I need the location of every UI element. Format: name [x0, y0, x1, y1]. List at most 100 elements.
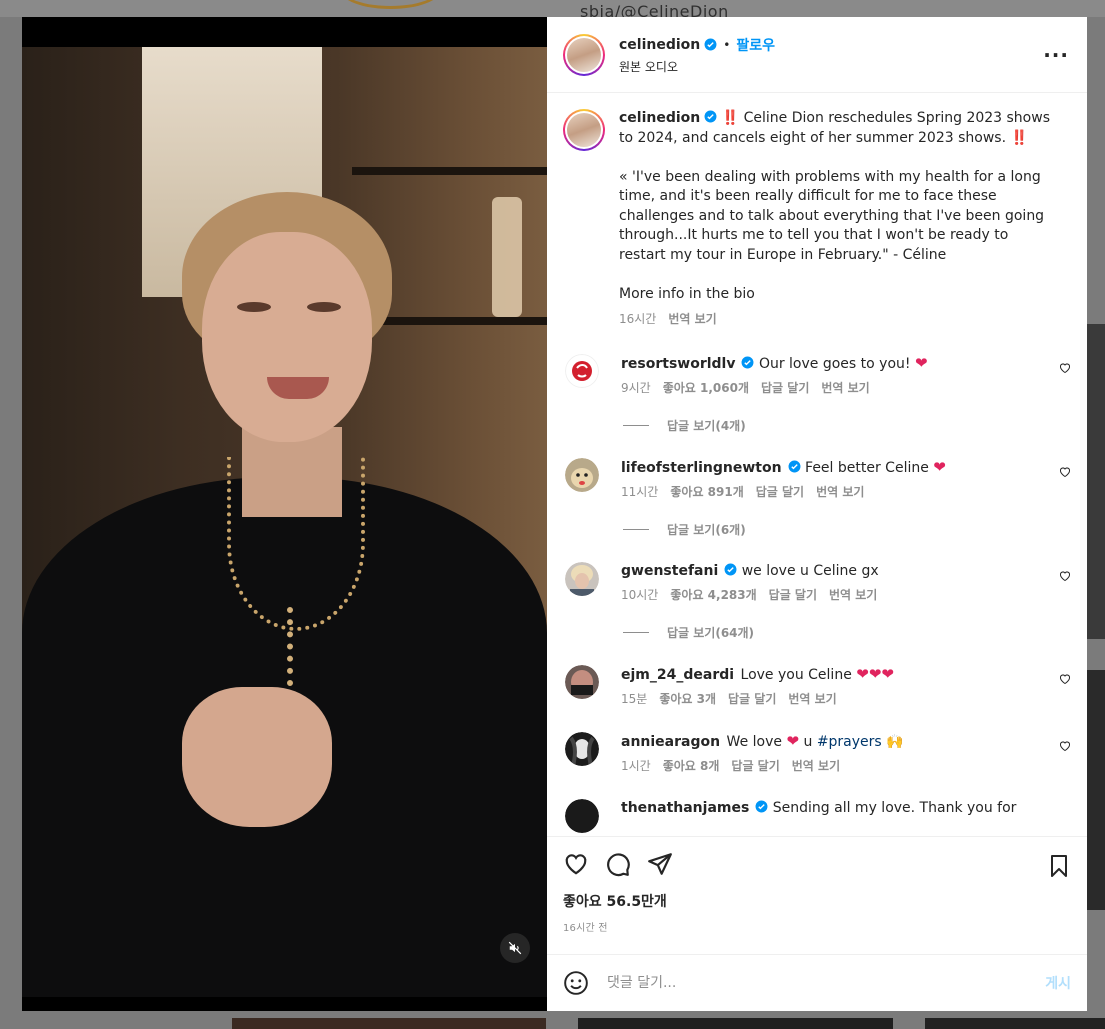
comment-time[interactable]: 9시간 [621, 381, 651, 395]
comment-reply-button[interactable]: 답글 달기 [756, 485, 804, 499]
comment-text: Sending all my love. Thank you for [772, 799, 1017, 816]
caption: celinedion ‼️ Celine Dion reschedules Sp… [563, 109, 1071, 330]
comment-item: thenathanjames Sending all my love. Than… [563, 798, 1071, 833]
mute-icon [508, 941, 522, 955]
verified-badge-icon [788, 460, 801, 472]
comment-icon[interactable] [605, 851, 631, 877]
comment-text: We love [726, 733, 782, 750]
comment-text: Feel better Celine [805, 459, 929, 476]
comment-item: anniearagon We love ❤ u #prayers 🙌 1시간 좋아… [563, 731, 1071, 775]
comment-likes[interactable]: 좋아요 8개 [663, 759, 720, 773]
comment-translate[interactable]: 번역 보기 [829, 588, 877, 602]
caption-avatar[interactable] [563, 109, 605, 151]
comment-avatar[interactable] [565, 457, 599, 492]
share-icon[interactable] [647, 851, 673, 877]
comment-username[interactable]: resortsworldlv [621, 356, 735, 372]
comment-time[interactable]: 11시간 [621, 485, 658, 499]
background-thumbnail [1087, 324, 1105, 639]
audio-link[interactable]: 원본 오디오 [619, 58, 775, 75]
video-frame[interactable] [22, 47, 547, 997]
view-replies-button[interactable]: 답글 보기(6개) [623, 521, 1071, 538]
comment-time[interactable]: 15분 [621, 692, 647, 706]
more-options-button[interactable]: ··· [1043, 43, 1069, 67]
follow-button[interactable]: 팔로우 [736, 35, 775, 55]
comment-username[interactable]: ejm_24_deardi [621, 667, 734, 683]
post-header: celinedion • 팔로우 원본 오디오 ··· [547, 17, 1087, 93]
comment-translate[interactable]: 번역 보기 [788, 692, 836, 706]
comment-like-icon[interactable] [1059, 362, 1071, 374]
comment-item: ejm_24_deardi Love you Celine ❤❤❤ 15분 좋아요… [563, 664, 1071, 708]
posted-time[interactable]: 16시간 전 [563, 919, 1071, 934]
verified-badge-icon [755, 800, 768, 812]
view-replies-button[interactable]: 답글 보기(4개) [623, 417, 1071, 434]
comment-username[interactable]: gwenstefani [621, 563, 718, 579]
verified-badge-icon [724, 563, 737, 575]
background-thumbnail [578, 1018, 893, 1029]
view-replies-button[interactable]: 답글 보기(64개) [623, 624, 1071, 641]
comment-reply-button[interactable]: 답글 달기 [731, 759, 779, 773]
background-thumbnail [232, 1018, 546, 1029]
comment-text-2: u [803, 733, 813, 750]
comment-avatar[interactable] [565, 731, 599, 766]
comment-like-icon[interactable] [1059, 673, 1071, 685]
comment-item: resortsworldlv Our love goes to you! ❤ 9… [563, 353, 1071, 397]
background-thumbnail [1087, 670, 1105, 910]
comment-emoji: ❤❤❤ [856, 664, 894, 683]
comment-likes[interactable]: 좋아요 891개 [670, 485, 743, 499]
comment-reply-button[interactable]: 답글 달기 [769, 588, 817, 602]
comment-text: Love you Celine [740, 666, 852, 683]
verified-badge-icon [742, 356, 754, 368]
comment-text: Our love goes to you! [758, 355, 911, 372]
comment-input[interactable] [605, 974, 1046, 992]
comment-emoji: ❤ [786, 731, 800, 750]
mute-button[interactable] [500, 933, 530, 963]
save-icon[interactable] [1047, 853, 1071, 879]
comment-translate[interactable]: 번역 보기 [792, 759, 840, 773]
post-modal: celinedion • 팔로우 원본 오디오 ··· celinedion ‼… [22, 17, 1087, 1011]
author-username[interactable]: celinedion [619, 37, 700, 53]
comment-like-icon[interactable] [1059, 740, 1071, 752]
verified-badge-icon [704, 38, 717, 51]
comment-avatar[interactable] [565, 353, 599, 388]
author-avatar[interactable] [563, 33, 605, 76]
comment-avatar[interactable] [565, 664, 599, 699]
add-comment-bar: 게시 [547, 954, 1087, 1011]
comments-list[interactable]: celinedion ‼️ Celine Dion reschedules Sp… [547, 93, 1087, 836]
caption-username[interactable]: celinedion [619, 110, 700, 126]
comment-likes[interactable]: 좋아요 3개 [659, 692, 716, 706]
post-panel: celinedion • 팔로우 원본 오디오 ··· celinedion ‼… [547, 17, 1087, 1011]
emoji-icon[interactable] [563, 970, 589, 996]
comment-like-icon[interactable] [1059, 466, 1071, 478]
comment-reply-button[interactable]: 답글 달기 [761, 381, 809, 395]
heart-icon[interactable] [563, 851, 589, 877]
verified-badge-icon [704, 110, 717, 123]
separator-dot: • [723, 37, 731, 52]
post-actions: 좋아요 56.5만개 16시간 전 [547, 836, 1087, 954]
background-thumbnail [925, 1018, 1105, 1029]
video-player[interactable] [22, 17, 547, 1011]
comment-username[interactable]: thenathanjames [621, 800, 749, 816]
comment-translate[interactable]: 번역 보기 [816, 485, 864, 499]
comment-text: we love u Celine gx [741, 562, 879, 579]
comment-likes[interactable]: 좋아요 1,060개 [663, 381, 749, 395]
comment-reply-button[interactable]: 답글 달기 [728, 692, 776, 706]
comment-emoji: ❤ [933, 457, 946, 476]
comment-emoji-2: 🙌 [886, 733, 904, 750]
comment-like-icon[interactable] [1059, 570, 1071, 582]
comment-username[interactable]: lifeofsterlingnewton [621, 460, 782, 476]
comment-translate[interactable]: 번역 보기 [821, 381, 869, 395]
likes-count[interactable]: 좋아요 56.5만개 [563, 891, 1071, 911]
comment-username[interactable]: anniearagon [621, 734, 720, 750]
post-comment-button[interactable]: 게시 [1045, 973, 1071, 993]
background-page [0, 0, 1105, 17]
comment-time[interactable]: 10시간 [621, 588, 658, 602]
caption-time[interactable]: 16시간 [619, 312, 656, 326]
comment-avatar[interactable] [565, 561, 599, 596]
hashtag-link[interactable]: #prayers [817, 734, 882, 750]
caption-translate[interactable]: 번역 보기 [668, 312, 716, 326]
comment-avatar[interactable] [565, 798, 599, 833]
comment-likes[interactable]: 좋아요 4,283개 [670, 588, 756, 602]
comment-emoji: ❤ [914, 353, 928, 372]
comment-time[interactable]: 1시간 [621, 759, 651, 773]
more-icon: ··· [1043, 43, 1069, 67]
